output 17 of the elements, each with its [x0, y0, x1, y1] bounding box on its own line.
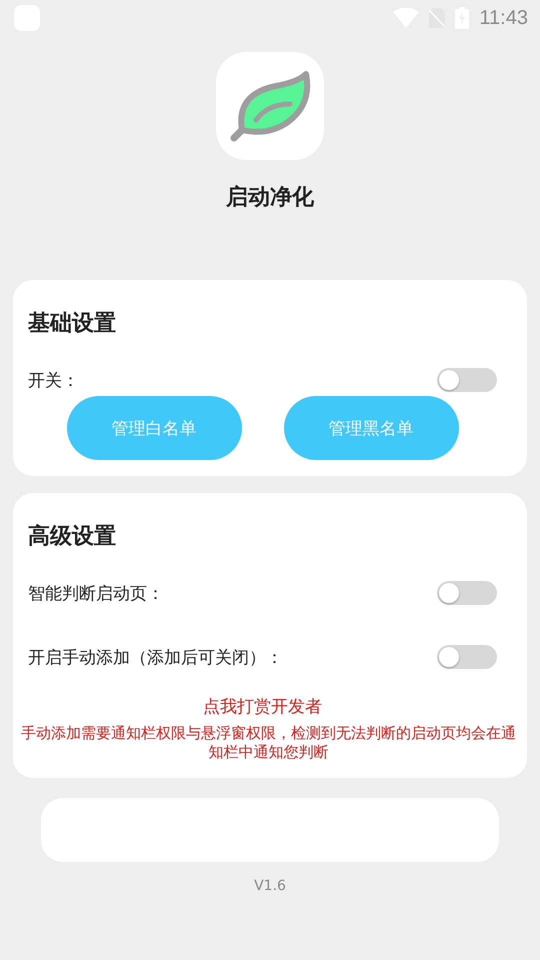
- notice-text: 手动添加需要通知栏权限与悬浮窗权限，检测到无法判断的启动页均会在通知栏中通知您判断: [20, 724, 517, 762]
- version-label: V1.6: [254, 878, 286, 894]
- donate-link[interactable]: 点我打赏开发者: [28, 695, 497, 718]
- section-title: 基础设置: [28, 310, 117, 338]
- toggle-switch[interactable]: [437, 368, 497, 392]
- clock-time: 11:43: [479, 6, 528, 30]
- manage-list-button[interactable]: 管理白名单: [66, 396, 242, 460]
- section-title: 高级设置: [28, 522, 117, 551]
- setting-label: 开启手动添加（添加后可关闭）：: [28, 646, 283, 668]
- toggle-switch[interactable]: [437, 581, 497, 605]
- setting-label: 开关：: [28, 370, 79, 392]
- setting-label: 智能判断启动页：: [28, 582, 164, 604]
- toggle-switch[interactable]: [437, 645, 497, 669]
- app-title: 启动净化: [226, 184, 314, 212]
- no-sim-icon: [429, 8, 446, 28]
- app-logo-icon: [216, 52, 324, 160]
- manage-list-button[interactable]: 管理黑名单: [284, 396, 458, 460]
